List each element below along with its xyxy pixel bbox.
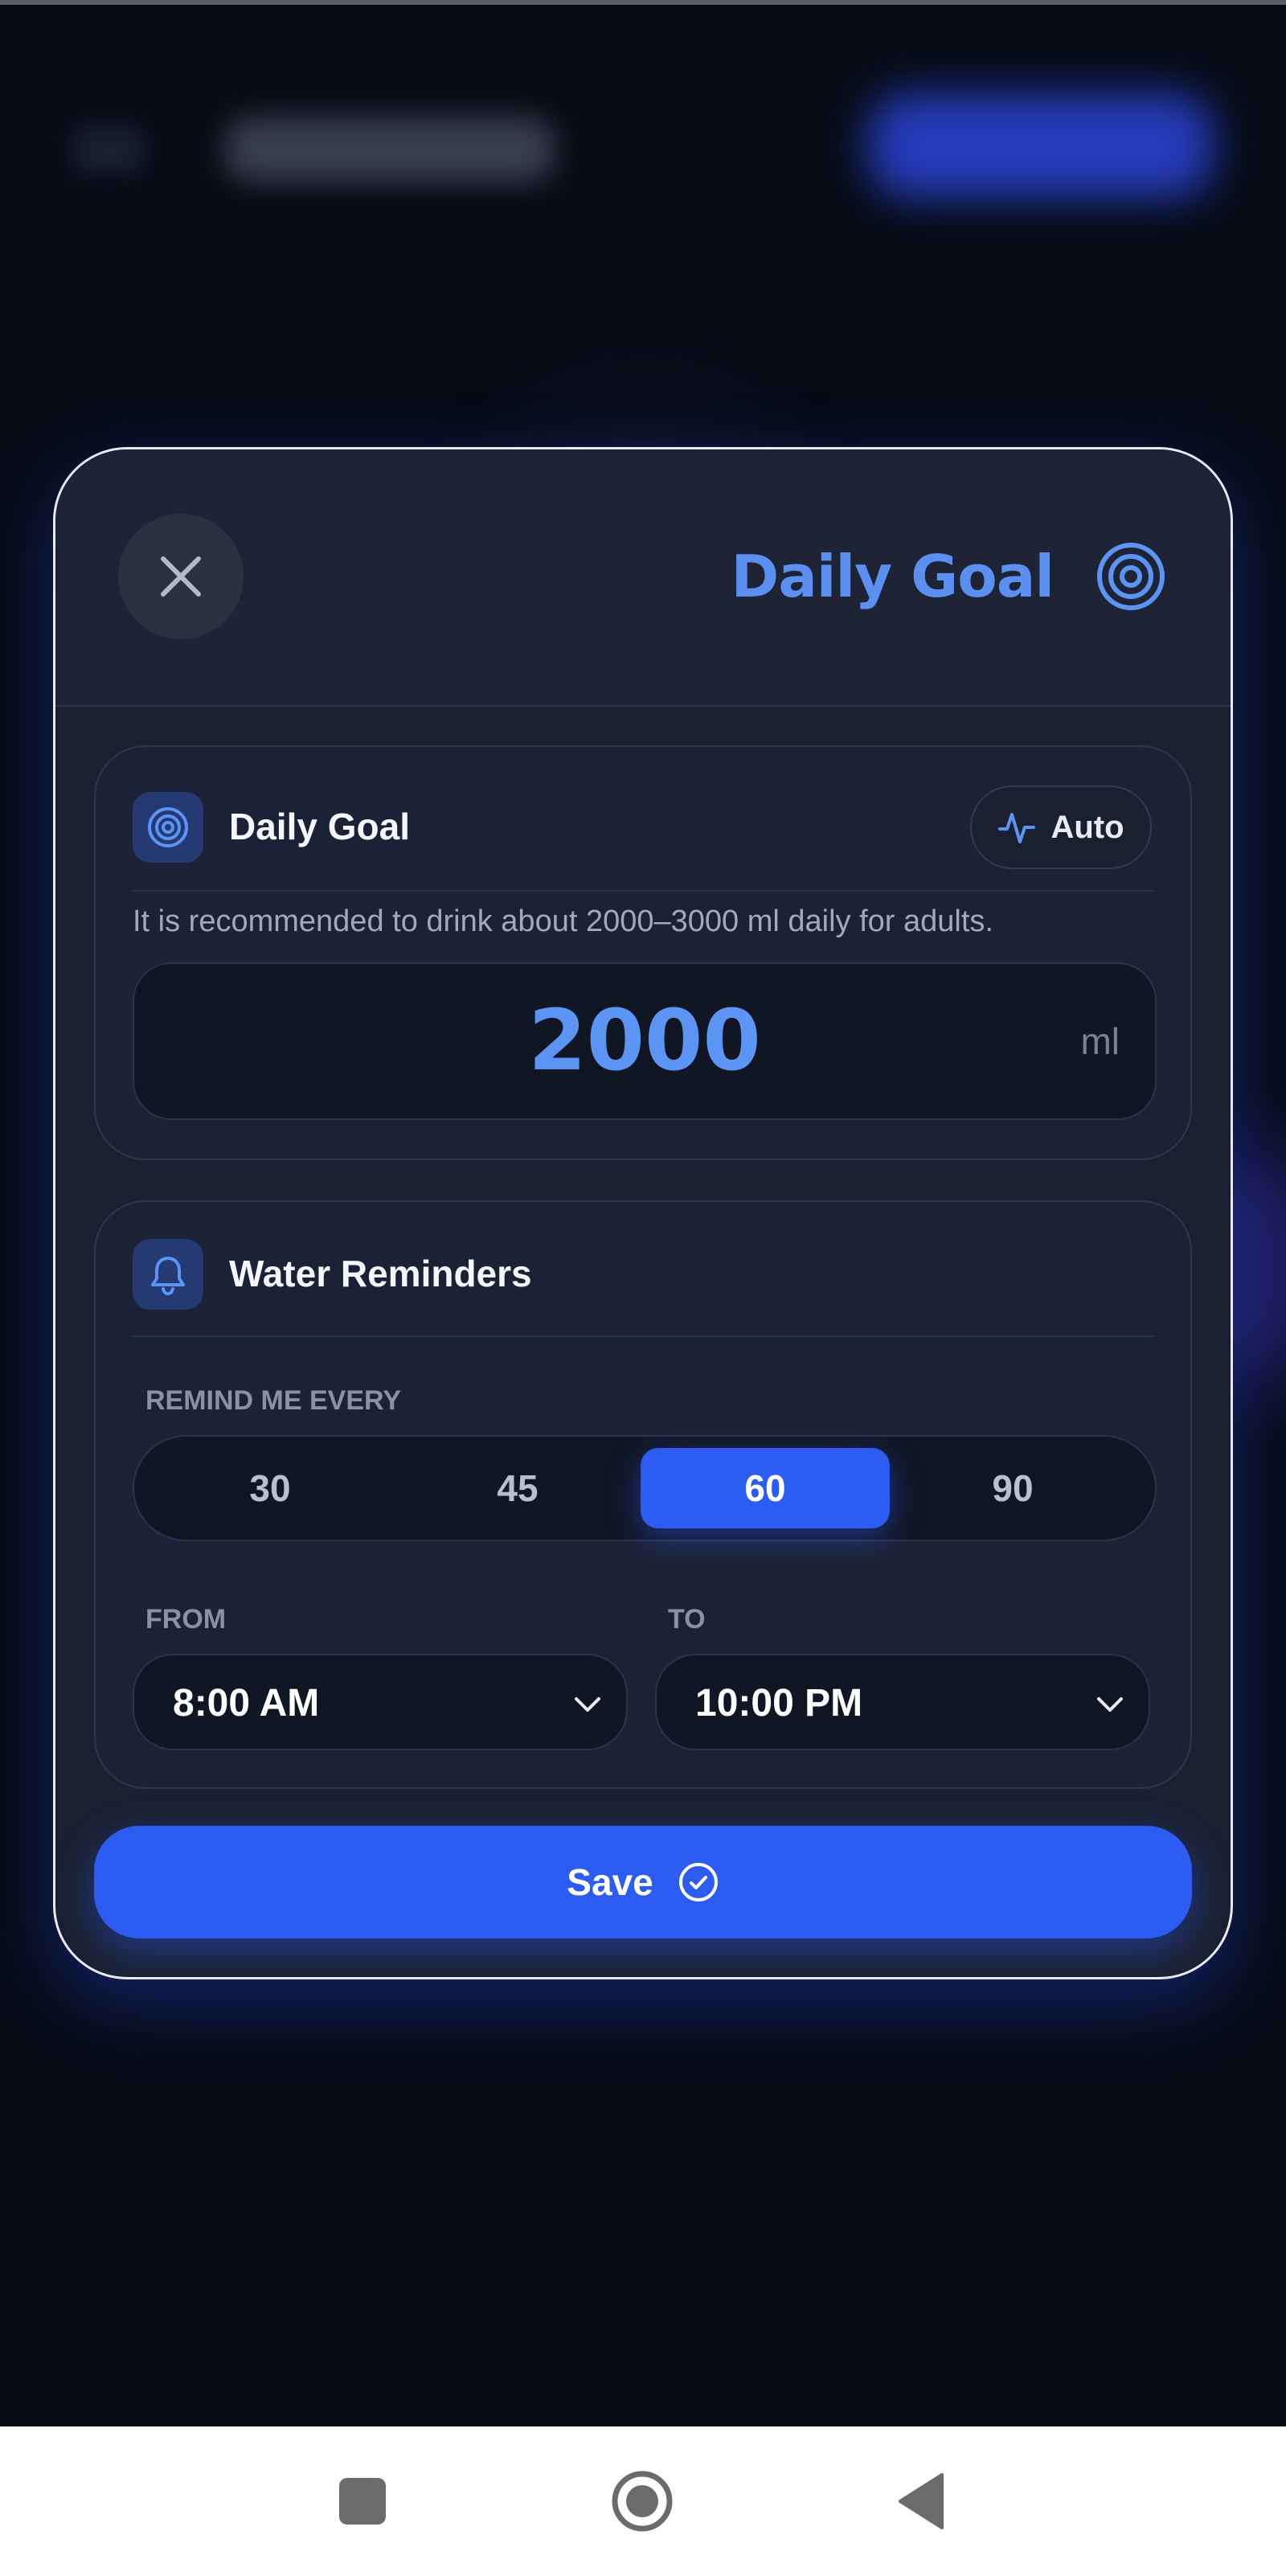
background-action-button bbox=[868, 93, 1214, 198]
goal-amount-input[interactable]: 2000 ml bbox=[133, 962, 1157, 1120]
goal-amount-value: 2000 bbox=[528, 991, 761, 1089]
from-time-value: 8:00 AM bbox=[173, 1682, 320, 1725]
goal-card-title: Daily Goal bbox=[229, 806, 410, 847]
save-button[interactable]: Save bbox=[94, 1826, 1192, 1938]
reminders-card-icon bbox=[133, 1239, 203, 1310]
modal-header: Daily Goal bbox=[55, 449, 1231, 707]
chevron-down-icon bbox=[1097, 1697, 1123, 1712]
daily-goal-modal: Daily Goal Daily Goal Auto It is recomme… bbox=[53, 447, 1233, 1979]
interval-option-60[interactable]: 60 bbox=[641, 1448, 890, 1528]
target-icon bbox=[1097, 543, 1165, 610]
back-icon[interactable] bbox=[897, 2471, 945, 2531]
interval-option-90[interactable]: 90 bbox=[888, 1448, 1137, 1528]
goal-description: It is recommended to drink about 2000–30… bbox=[133, 904, 993, 938]
water-reminders-card: Water Reminders REMIND ME EVERY 30 45 60… bbox=[94, 1200, 1192, 1789]
divider bbox=[133, 890, 1153, 892]
divider bbox=[133, 1335, 1153, 1337]
daily-goal-card: Daily Goal Auto It is recommended to dri… bbox=[94, 745, 1192, 1160]
goal-card-icon bbox=[133, 792, 203, 863]
check-circle-icon bbox=[678, 1863, 718, 1901]
save-button-label: Save bbox=[567, 1861, 653, 1903]
background-back-button bbox=[72, 125, 145, 174]
goal-unit: ml bbox=[1080, 1020, 1120, 1062]
auto-button[interactable]: Auto bbox=[970, 786, 1152, 869]
close-button[interactable] bbox=[118, 514, 244, 639]
interval-option-45[interactable]: 45 bbox=[393, 1448, 642, 1528]
auto-button-label: Auto bbox=[1051, 809, 1124, 845]
bell-icon bbox=[151, 1257, 185, 1296]
close-icon bbox=[161, 556, 201, 597]
to-time-select[interactable]: 10:00 PM bbox=[655, 1654, 1150, 1750]
activity-icon bbox=[998, 813, 1036, 843]
modal-title: Daily Goal bbox=[731, 543, 1055, 610]
target-icon bbox=[148, 807, 188, 847]
recents-icon[interactable] bbox=[339, 2478, 386, 2525]
from-label: FROM bbox=[145, 1604, 227, 1635]
home-icon[interactable] bbox=[611, 2470, 674, 2533]
interval-selector: 30 45 60 90 bbox=[133, 1435, 1157, 1541]
chevron-down-icon bbox=[575, 1697, 600, 1712]
background-title bbox=[225, 117, 555, 182]
interval-label: REMIND ME EVERY bbox=[145, 1385, 402, 1416]
system-navigation-bar bbox=[0, 2426, 1286, 2576]
reminders-card-title: Water Reminders bbox=[229, 1253, 532, 1294]
to-label: TO bbox=[668, 1604, 706, 1635]
to-time-value: 10:00 PM bbox=[695, 1682, 863, 1725]
interval-option-30[interactable]: 30 bbox=[145, 1448, 395, 1528]
from-time-select[interactable]: 8:00 AM bbox=[133, 1654, 628, 1750]
